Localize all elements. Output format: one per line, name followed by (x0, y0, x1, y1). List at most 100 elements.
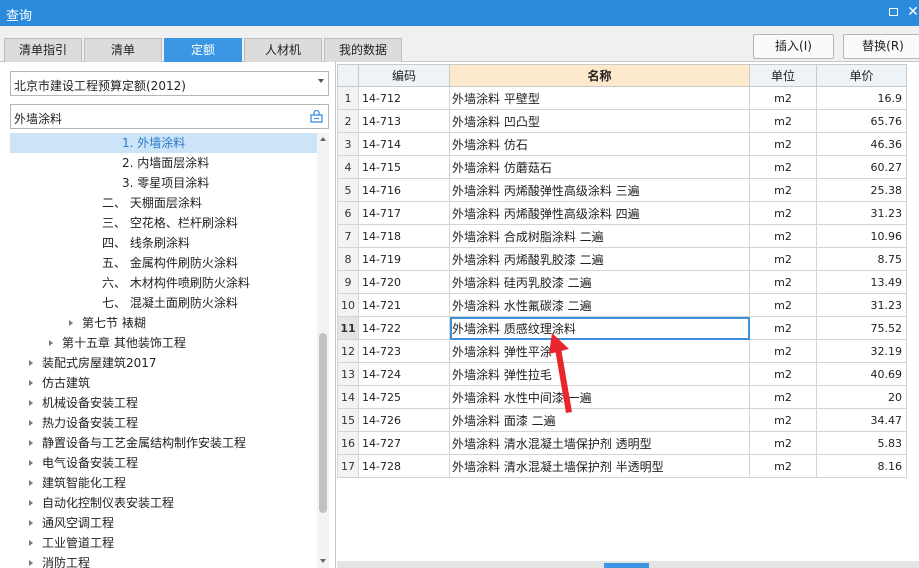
code-cell[interactable]: 14-721 (358, 293, 450, 317)
price-cell[interactable]: 34.47 (816, 408, 907, 432)
table-row[interactable]: 7 14-718 外墙涂料 合成树脂涂料 二遍 m2 10.96 (337, 224, 907, 248)
name-cell[interactable]: 外墙涂料 仿蘑菇石 (449, 155, 750, 179)
row-number-cell[interactable]: 13 (337, 362, 359, 386)
tree-item[interactable]: 仿古建筑 (10, 373, 317, 393)
row-number-cell[interactable]: 15 (337, 408, 359, 432)
price-cell[interactable]: 46.36 (816, 132, 907, 156)
price-cell[interactable]: 32.19 (816, 339, 907, 363)
chevron-right-icon[interactable] (29, 480, 33, 486)
table-row[interactable]: 8 14-719 外墙涂料 丙烯酸乳胶漆 二遍 m2 8.75 (337, 247, 907, 271)
price-cell[interactable]: 13.49 (816, 270, 907, 294)
unit-cell[interactable]: m2 (749, 454, 817, 478)
table-row[interactable]: 10 14-721 外墙涂料 水性氟碳漆 二遍 m2 31.23 (337, 293, 907, 317)
chevron-right-icon[interactable] (29, 380, 33, 386)
tree-item[interactable]: 七、 混凝土面刷防火涂料 (10, 293, 317, 313)
name-cell[interactable]: 外墙涂料 凹凸型 (449, 109, 750, 133)
table-row[interactable]: 17 14-728 外墙涂料 清水混凝土墙保护剂 半透明型 m2 8.16 (337, 454, 907, 478)
table-row[interactable]: 5 14-716 外墙涂料 丙烯酸弹性高级涂料 三遍 m2 25.38 (337, 178, 907, 202)
header-name[interactable]: 名称 (449, 64, 750, 87)
code-cell[interactable]: 14-726 (358, 408, 450, 432)
tab-rencaiji[interactable]: 人材机 (244, 38, 322, 62)
chevron-right-icon[interactable] (29, 360, 33, 366)
tree-item[interactable]: 自动化控制仪表安装工程 (10, 493, 317, 513)
chevron-right-icon[interactable] (29, 560, 33, 566)
header-unit[interactable]: 单位 (749, 64, 817, 87)
row-number-cell[interactable]: 7 (337, 224, 359, 248)
row-number-cell[interactable]: 3 (337, 132, 359, 156)
table-row[interactable]: 1 14-712 外墙涂料 平壁型 m2 16.9 (337, 86, 907, 110)
unit-cell[interactable]: m2 (749, 178, 817, 202)
row-number-cell[interactable]: 11 (337, 316, 359, 340)
table-row[interactable]: 6 14-717 外墙涂料 丙烯酸弹性高级涂料 四遍 m2 31.23 (337, 201, 907, 225)
name-cell[interactable]: 外墙涂料 水性中间漆 一遍 (449, 385, 750, 409)
tree-item[interactable]: 热力设备安装工程 (10, 413, 317, 433)
tree-item[interactable]: 第十五章 其他装饰工程 (10, 333, 317, 353)
tab-my-data[interactable]: 我的数据 (324, 38, 402, 62)
tab-dinge[interactable]: 定额 (164, 38, 242, 62)
table-row[interactable]: 4 14-715 外墙涂料 仿蘑菇石 m2 60.27 (337, 155, 907, 179)
scrollbar-thumb[interactable] (319, 333, 327, 513)
unit-cell[interactable]: m2 (749, 109, 817, 133)
name-cell[interactable]: 外墙涂料 平壁型 (449, 86, 750, 110)
name-cell[interactable]: 外墙涂料 丙烯酸弹性高级涂料 三遍 (449, 178, 750, 202)
table-row[interactable]: 12 14-723 外墙涂料 弹性平涂 m2 32.19 (337, 339, 907, 363)
name-cell[interactable]: 外墙涂料 弹性拉毛 (449, 362, 750, 386)
unit-cell[interactable]: m2 (749, 339, 817, 363)
code-cell[interactable]: 14-712 (358, 86, 450, 110)
code-cell[interactable]: 14-719 (358, 247, 450, 271)
row-number-cell[interactable]: 1 (337, 86, 359, 110)
chevron-right-icon[interactable] (29, 500, 33, 506)
row-number-cell[interactable]: 5 (337, 178, 359, 202)
row-number-cell[interactable]: 2 (337, 109, 359, 133)
name-cell[interactable]: 外墙涂料 清水混凝土墙保护剂 透明型 (449, 431, 750, 455)
tree-item[interactable]: 通风空调工程 (10, 513, 317, 533)
tree-item[interactable]: 第七节 裱糊 (10, 313, 317, 333)
name-cell[interactable]: 外墙涂料 合成树脂涂料 二遍 (449, 224, 750, 248)
price-cell[interactable]: 5.83 (816, 431, 907, 455)
chevron-right-icon[interactable] (29, 460, 33, 466)
name-cell[interactable]: 外墙涂料 质感纹理涂料 (449, 316, 750, 340)
price-cell[interactable]: 8.75 (816, 247, 907, 271)
search-input[interactable]: 外墙涂料 (10, 104, 329, 129)
tree-item[interactable]: 建筑智能化工程 (10, 473, 317, 493)
unit-cell[interactable]: m2 (749, 224, 817, 248)
close-icon[interactable]: ✕ (904, 3, 919, 21)
price-cell[interactable]: 65.76 (816, 109, 907, 133)
row-number-cell[interactable]: 9 (337, 270, 359, 294)
table-row[interactable]: 3 14-714 外墙涂料 仿石 m2 46.36 (337, 132, 907, 156)
name-cell[interactable]: 外墙涂料 仿石 (449, 132, 750, 156)
code-cell[interactable]: 14-725 (358, 385, 450, 409)
tree-item[interactable]: 电气设备安装工程 (10, 453, 317, 473)
scroll-up-icon[interactable] (320, 137, 326, 141)
unit-cell[interactable]: m2 (749, 385, 817, 409)
tree-item[interactable]: 二、 天棚面层涂料 (10, 193, 317, 213)
splitter-bar[interactable] (337, 561, 919, 568)
unit-cell[interactable]: m2 (749, 293, 817, 317)
price-cell[interactable]: 20 (816, 385, 907, 409)
name-cell[interactable]: 外墙涂料 水性氟碳漆 二遍 (449, 293, 750, 317)
chevron-right-icon[interactable] (49, 340, 53, 346)
tree-item[interactable]: 机械设备安装工程 (10, 393, 317, 413)
tab-qingdan[interactable]: 清单 (84, 38, 162, 62)
library-select[interactable]: 北京市建设工程预算定额(2012) (10, 71, 329, 96)
row-number-cell[interactable]: 16 (337, 431, 359, 455)
table-row[interactable]: 15 14-726 外墙涂料 面漆 二遍 m2 34.47 (337, 408, 907, 432)
code-cell[interactable]: 14-722 (358, 316, 450, 340)
row-number-cell[interactable]: 6 (337, 201, 359, 225)
code-cell[interactable]: 14-714 (358, 132, 450, 156)
tree-scrollbar[interactable] (317, 133, 329, 568)
chevron-right-icon[interactable] (29, 520, 33, 526)
unit-cell[interactable]: m2 (749, 316, 817, 340)
table-row[interactable]: 2 14-713 外墙涂料 凹凸型 m2 65.76 (337, 109, 907, 133)
search-icon[interactable] (310, 110, 323, 123)
chevron-right-icon[interactable] (69, 320, 73, 326)
price-cell[interactable]: 40.69 (816, 362, 907, 386)
name-cell[interactable]: 外墙涂料 面漆 二遍 (449, 408, 750, 432)
price-cell[interactable]: 16.9 (816, 86, 907, 110)
row-number-cell[interactable]: 14 (337, 385, 359, 409)
code-cell[interactable]: 14-715 (358, 155, 450, 179)
table-row[interactable]: 11 14-722 外墙涂料 质感纹理涂料 m2 75.52 (337, 316, 907, 340)
tree-item[interactable]: 四、 线条刷涂料 (10, 233, 317, 253)
chevron-right-icon[interactable] (29, 440, 33, 446)
chevron-right-icon[interactable] (29, 400, 33, 406)
